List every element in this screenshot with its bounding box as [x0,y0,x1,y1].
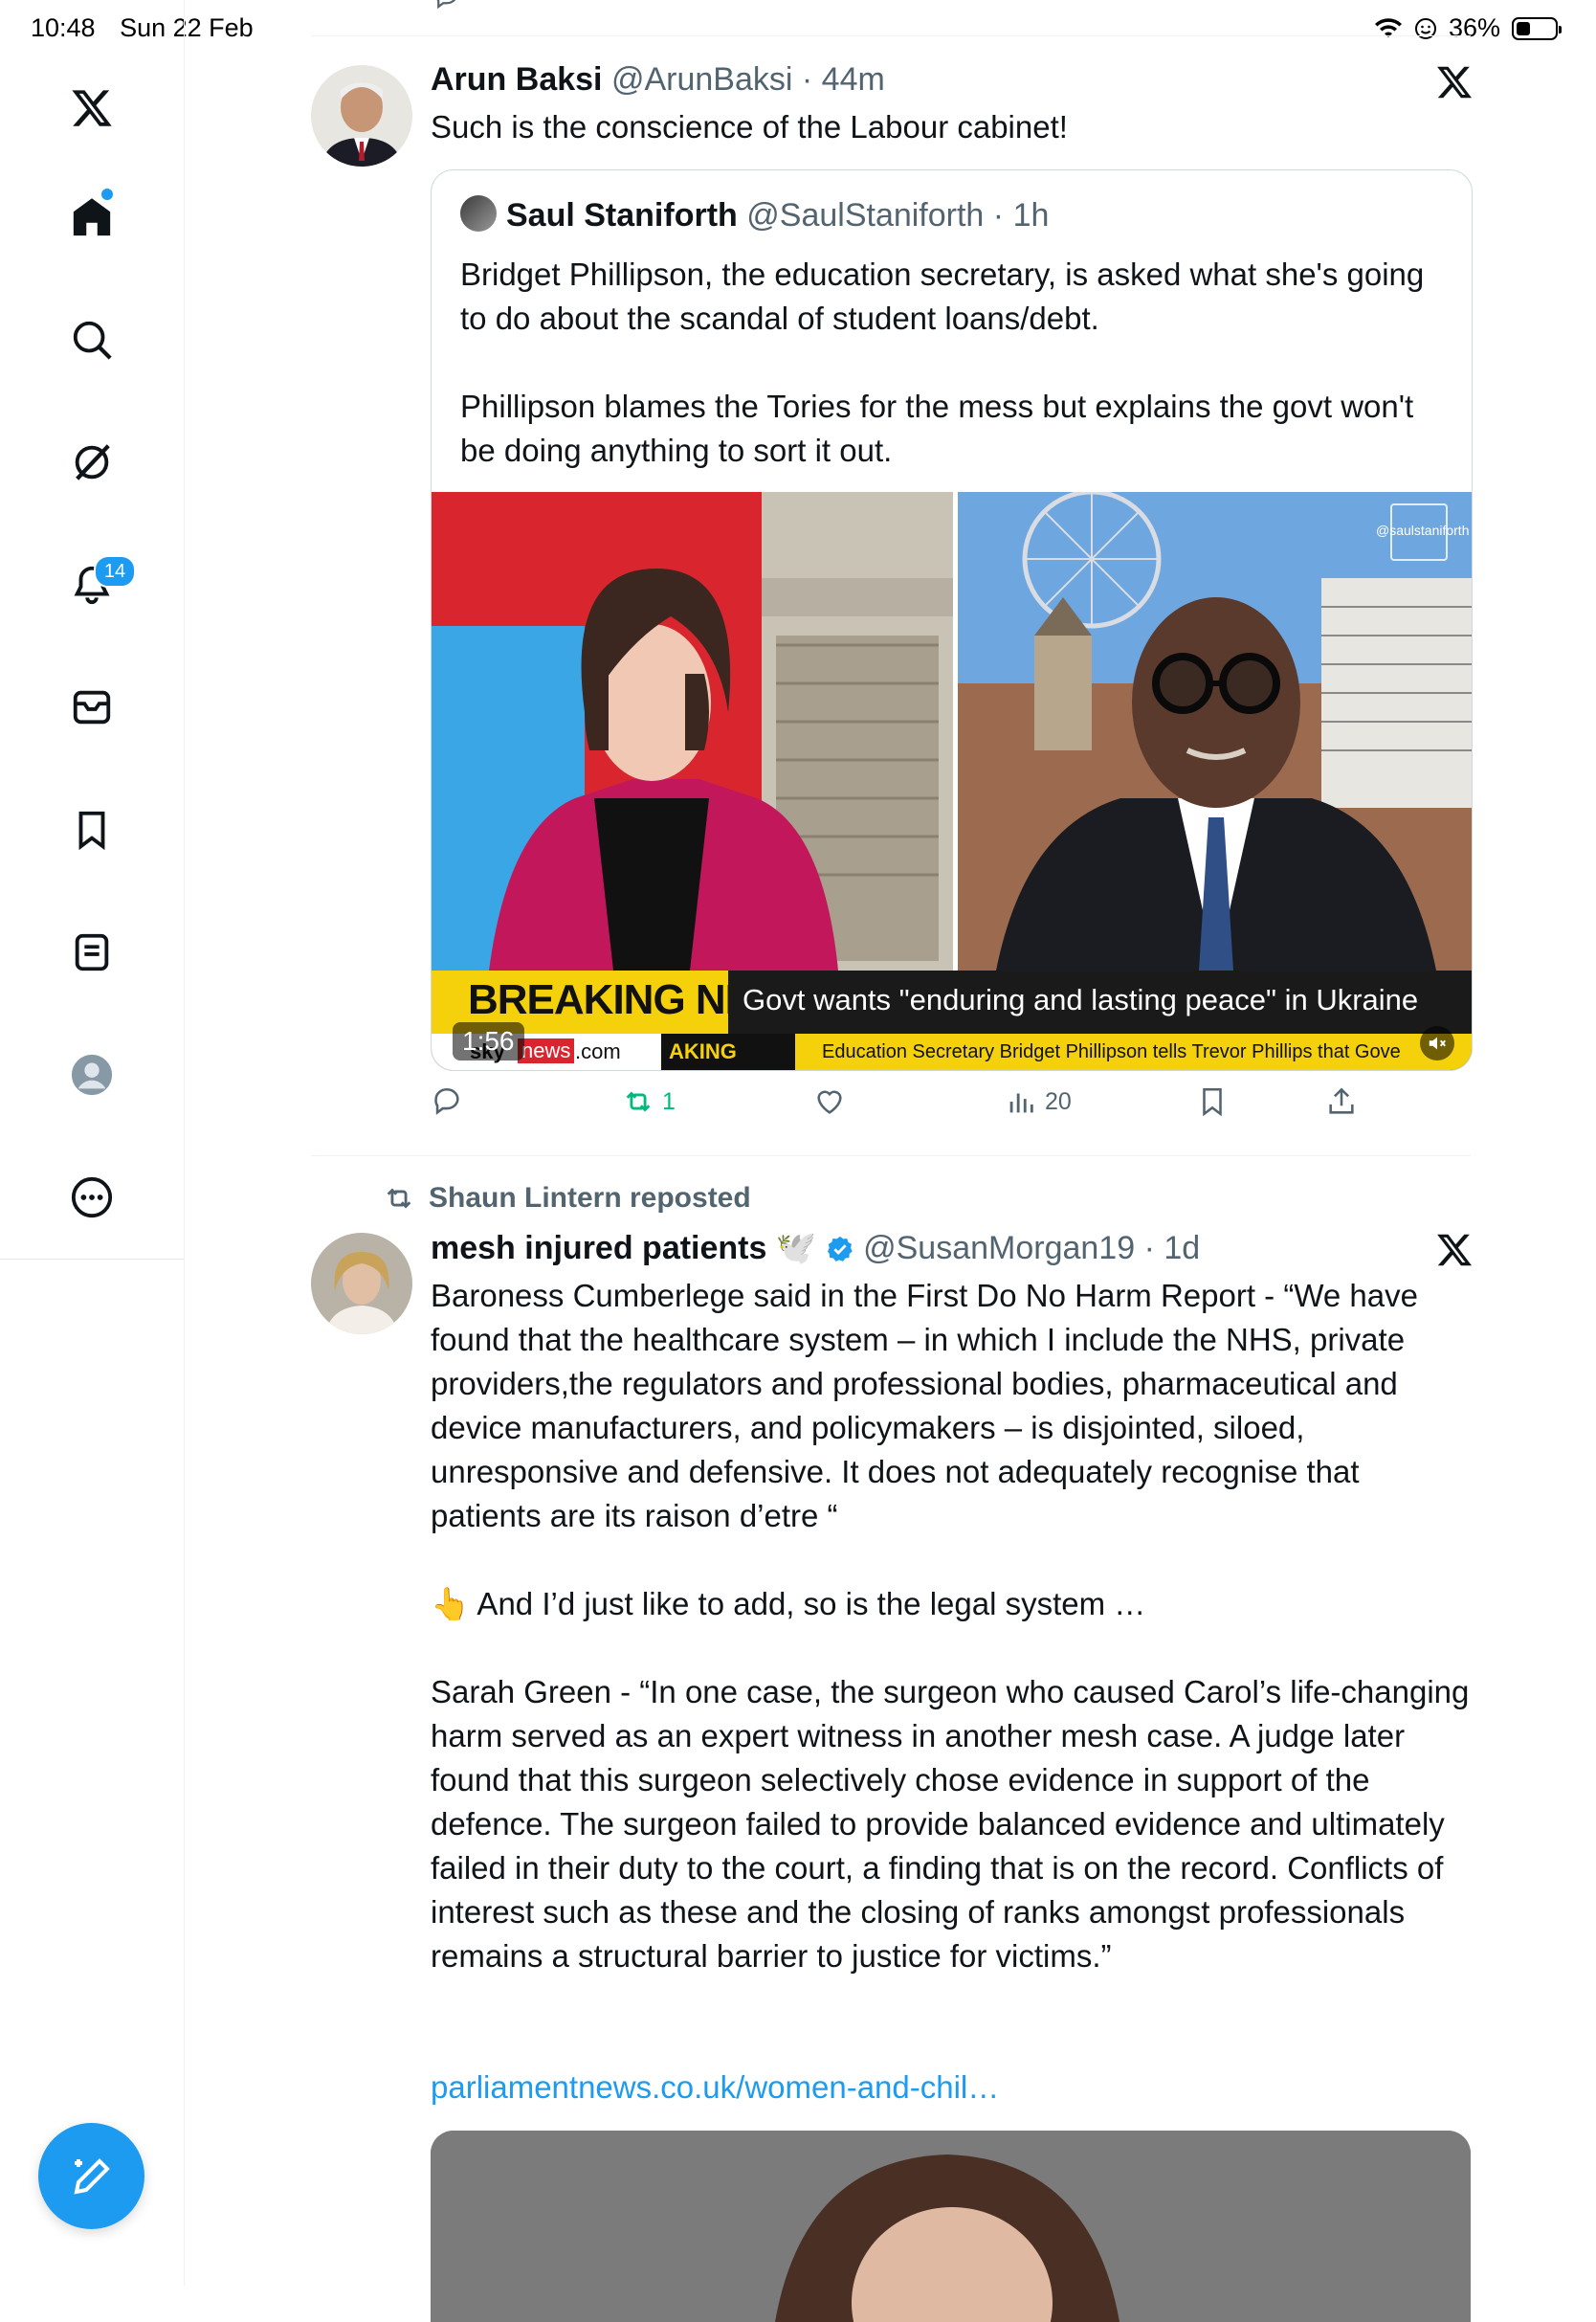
sidebar: 14 [0,0,185,2286]
views-button[interactable]: 20 [1005,1085,1072,1118]
repost-icon [387,1188,411,1209]
x-logo-icon [1437,66,1472,99]
expand-frame-icon [1390,503,1448,561]
previous-repost-count: 2 [663,0,676,5]
timeline: 2 2 29 Arun Baksi @ArunBaksi · 44m Such … [311,0,1473,2322]
compose-button[interactable] [38,2123,144,2229]
mail-icon[interactable] [62,678,122,737]
repost-button[interactable]: 1 [622,1085,676,1118]
author-name-emoji: 🕊️ [775,1230,817,1266]
heart-icon [817,1090,842,1114]
video-player[interactable]: @saulstaniforth BREAKING NEWS Govt wants… [432,492,1472,1070]
reply-icon[interactable] [431,0,463,11]
reply-button[interactable] [431,1085,471,1118]
author-name[interactable]: Arun Baksi [431,61,603,98]
video-duration: 1:56 [453,1022,524,1061]
news-ticker: sky news .com AKING NEWS Education Secre… [432,1034,1472,1070]
tweet-text: Such is the conscience of the Labour cab… [431,109,1068,145]
home-icon[interactable] [62,188,122,247]
tweet-divider [311,1155,1471,1156]
tweet-divider [311,35,1471,36]
tweet-header: mesh injured patients 🕊️ @SusanMorgan19 … [431,1230,1201,1266]
tweet-link[interactable]: parliamentnews.co.uk/women-and-chil… [431,2069,999,2106]
breaking-news-bar: BREAKING NEWS Govt wants "enduring and l… [432,971,1472,1034]
previous-like-count: 2 [860,0,874,5]
quote-author-handle: @SaulStaniforth [746,197,985,234]
verified-badge-icon [827,1236,853,1261]
views-count: 20 [1045,1087,1072,1115]
tweet-actions: 1 20 [431,1085,1471,1131]
grok-icon[interactable] [62,433,122,492]
video-frame-right [958,492,1472,971]
share-icon [1329,1087,1354,1114]
tweet-header: Arun Baksi @ArunBaksi · 44m [431,61,885,98]
avatar-arun-baksi[interactable] [311,65,412,167]
compose-icon [73,2157,110,2195]
tweet-time[interactable]: 1d [1164,1230,1200,1266]
muted-speaker-icon [1429,1037,1446,1050]
video-frame-left [432,492,953,971]
battery-fill [1517,21,1530,35]
views-chart-icon [1009,1093,1033,1113]
previous-views-count: 29 [1048,0,1075,5]
reposted-by-label: Shaun Lintern reposted [429,1182,751,1214]
sidebar-divider [0,1259,184,1260]
search-icon[interactable] [62,310,122,369]
quoted-tweet[interactable]: Saul Staniforth @SaulStaniforth · 1h Bri… [431,169,1473,1071]
more-icon[interactable] [62,1168,122,1227]
reply-icon [434,1088,459,1115]
mute-button[interactable] [1420,1026,1454,1061]
tweet-time[interactable]: 44m [822,61,885,98]
home-unread-dot [101,189,113,200]
avatar-mesh-injured-patients[interactable] [311,1233,412,1334]
quote-text: Bridget Phillipson, the education secret… [460,257,1425,468]
ticker-brand-news: news [518,1038,575,1063]
repost-count: 1 [662,1087,676,1115]
battery-icon [1512,16,1562,40]
repost-icon [626,1091,651,1112]
author-name[interactable]: mesh injured patients [431,1230,766,1266]
list-icon[interactable] [62,923,122,982]
notifications-badge: 14 [94,555,136,588]
photo-woman [431,2131,1471,2322]
ticker-brand-com: .com [575,1039,621,1063]
share-button[interactable] [1325,1085,1358,1118]
ticker-breaking: AKING NEWS [661,1034,795,1070]
profile-icon[interactable] [62,1045,122,1105]
x-logo-icon[interactable] [62,78,122,138]
repost-indicator[interactable]: Shaun Lintern reposted [383,1182,751,1215]
like-button[interactable] [813,1085,853,1118]
quote-time: 1h [1012,197,1050,234]
quote-author-name: Saul Staniforth [506,197,738,234]
bookmark-icon[interactable] [62,800,122,860]
previous-tweet-actions: 2 2 29 [311,0,1471,11]
bookmark-button[interactable] [1196,1085,1229,1118]
ticker-text: Education Secretary Bridget Phillipson t… [822,1041,1401,1062]
bookmark-icon [1203,1087,1222,1117]
author-handle[interactable]: @SusanMorgan19 [863,1230,1135,1266]
tweet-image[interactable] [431,2131,1471,2322]
tweet-text: Baroness Cumberlege said in the First Do… [431,1278,1470,1974]
headline-box: Govt wants "enduring and lasting peace" … [728,971,1472,1034]
breaking-headline: Govt wants "enduring and lasting peace" … [743,983,1419,1016]
x-logo-icon [1437,1234,1472,1266]
author-handle[interactable]: @ArunBaksi [611,61,792,98]
quote-header: Saul Staniforth @SaulStaniforth · 1h [460,195,1049,234]
quote-avatar [460,195,497,232]
